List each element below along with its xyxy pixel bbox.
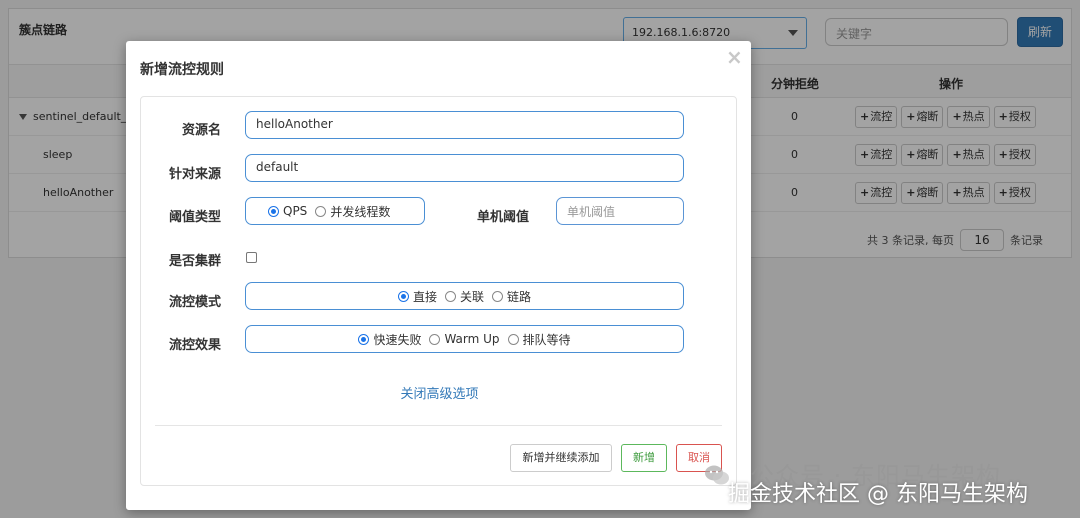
radio-unchecked-icon [429,333,441,345]
flow-mode-chain[interactable]: 链路 [492,288,531,305]
rule-form: 资源名 helloAnother 针对来源 default 阈值类型 QPS 并… [140,96,737,486]
flow-mode-label: 流控模式 [168,295,221,310]
radio-unchecked-icon [507,333,519,345]
flow-mode-relate[interactable]: 关联 [444,288,484,305]
threshold-type-label: 阈值类型 [168,210,221,225]
radio-unchecked-icon [444,290,456,302]
add-flow-rule-dialog: 新增流控规则 × 资源名 helloAnother 针对来源 default 阈… [126,41,751,510]
single-threshold-input[interactable]: 单机阈值 [556,197,684,225]
single-threshold-label: 单机阈值 [476,210,529,225]
origin-input[interactable]: default [245,154,684,182]
toggle-advanced-link[interactable]: 关闭高级选项 [141,383,738,402]
cluster-checkbox[interactable] [246,252,257,263]
resource-name-input[interactable]: helloAnother [245,111,684,139]
flow-effect-warm-up[interactable]: Warm Up [429,332,500,346]
flow-effect-group: 快速失败 Warm Up 排队等待 [245,325,684,353]
threshold-type-qps[interactable]: QPS [268,204,307,218]
threshold-type-group: QPS 并发线程数 [245,197,425,225]
radio-checked-icon [397,290,409,302]
dialog-title: 新增流控规则 [140,62,224,78]
flow-effect-queue[interactable]: 排队等待 [507,331,571,348]
resource-label: 资源名 [181,123,221,138]
flow-effect-fast-fail[interactable]: 快速失败 [358,331,421,348]
radio-checked-icon [268,205,279,217]
flow-mode-direct[interactable]: 直接 [397,288,437,305]
flow-effect-label: 流控效果 [168,338,221,353]
watermark-juejin: 掘金技术社区 @ 东阳马生架构 [728,482,1028,507]
divider [155,425,722,426]
wechat-icon [705,465,729,485]
add-and-continue-button[interactable]: 新增并继续添加 [510,444,612,472]
cluster-label: 是否集群 [168,254,221,269]
radio-unchecked-icon [315,205,327,217]
origin-label: 针对来源 [168,167,221,182]
close-icon[interactable]: × [726,47,743,67]
threshold-type-threads[interactable]: 并发线程数 [315,203,390,220]
add-button[interactable]: 新增 [621,444,667,472]
flow-mode-group: 直接 关联 链路 [245,282,684,310]
radio-unchecked-icon [492,290,503,302]
radio-checked-icon [358,333,370,345]
